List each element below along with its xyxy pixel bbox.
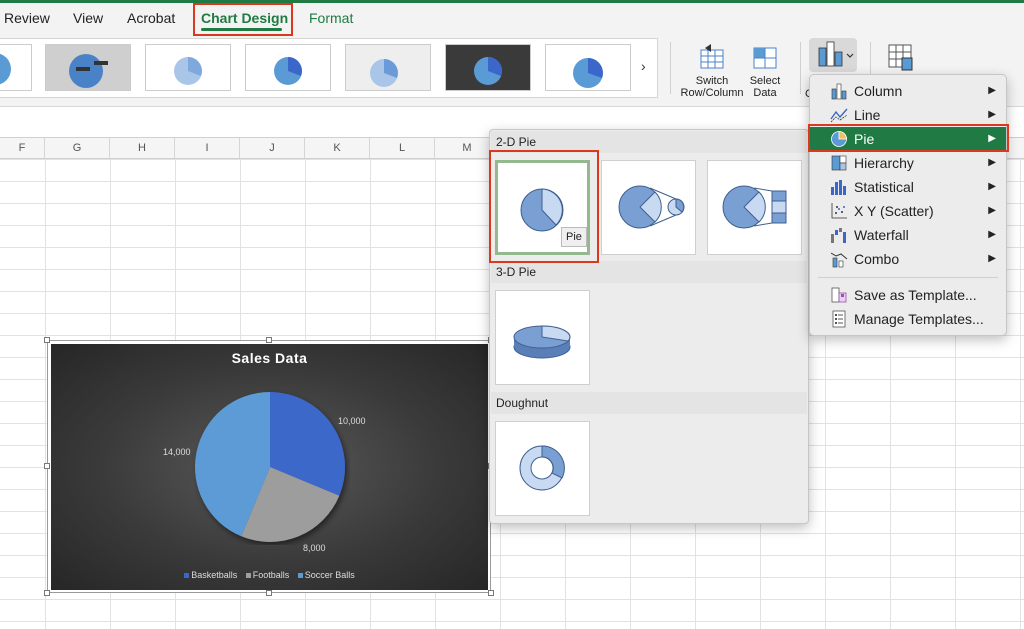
- legend-item-soccer-balls: Soccer Balls: [297, 570, 355, 580]
- column-header-g[interactable]: G: [45, 138, 110, 158]
- combo-chart-icon: [830, 252, 848, 268]
- chart-style-thumb-5[interactable]: [445, 44, 531, 91]
- tab-review[interactable]: Review: [4, 10, 50, 26]
- option-pie-of-pie[interactable]: [601, 160, 696, 255]
- switch-label-line2: Row/Column: [680, 87, 744, 99]
- change-chart-type-button[interactable]: [809, 38, 857, 72]
- chart-style-thumb-3[interactable]: [245, 44, 331, 91]
- chart-style-thumb-2[interactable]: [145, 44, 231, 91]
- pie-plot: [195, 392, 346, 542]
- submenu-arrow-icon: ▶: [988, 109, 996, 120]
- pie-chart-icon: [831, 131, 847, 147]
- switch-row-column-icon: [700, 44, 724, 69]
- menu-item-column[interactable]: Column ▶: [810, 79, 1006, 103]
- chart-style-thumb-6[interactable]: [545, 44, 631, 91]
- select-data-icon: [753, 47, 777, 69]
- column-chart-icon: [831, 83, 847, 100]
- active-tab-underline: [201, 28, 282, 31]
- menu-item-statistical[interactable]: Statistical ▶: [810, 175, 1006, 199]
- column-header-k[interactable]: K: [305, 138, 370, 158]
- gallery-next-icon[interactable]: ›: [641, 58, 646, 74]
- line-chart-icon: [830, 108, 848, 123]
- hierarchy-chart-icon: [831, 155, 847, 171]
- section-header-doughnut: Doughnut: [491, 392, 807, 414]
- doughnut-option-icon: [519, 445, 565, 491]
- select-data-button[interactable]: Select Data: [745, 42, 785, 99]
- data-label-footballs: 8,000: [303, 543, 326, 553]
- menu-item-pie[interactable]: Pie ▶: [810, 127, 1006, 151]
- submenu-arrow-icon: ▶: [988, 229, 996, 240]
- resize-handle[interactable]: [266, 337, 272, 343]
- menu-item-line[interactable]: Line ▶: [810, 103, 1006, 127]
- option-doughnut[interactable]: [495, 421, 590, 516]
- submenu-arrow-icon: ▶: [988, 205, 996, 216]
- submenu-arrow-icon: ▶: [988, 253, 996, 264]
- bar-of-pie-option-icon: [722, 185, 787, 229]
- submenu-arrow-icon: ▶: [988, 181, 996, 192]
- section-header-2d-pie: 2-D Pie: [491, 131, 807, 153]
- section-header-3d-pie: 3-D Pie: [491, 261, 807, 283]
- legend-item-basketballs: Basketballs: [184, 570, 237, 580]
- menu-item-save-as-template[interactable]: Save as Template...: [810, 283, 1006, 307]
- option-3d-pie[interactable]: [495, 290, 590, 385]
- submenu-arrow-icon: ▶: [988, 157, 996, 168]
- resize-handle[interactable]: [44, 337, 50, 343]
- column-header-h[interactable]: H: [110, 138, 175, 158]
- chart-styles-gallery: [0, 38, 658, 98]
- pie-tooltip: Pie: [561, 227, 587, 247]
- menu-item-waterfall[interactable]: Waterfall ▶: [810, 223, 1006, 247]
- column-header-i[interactable]: I: [175, 138, 240, 158]
- submenu-arrow-icon: ▶: [988, 133, 996, 144]
- chart-legend[interactable]: Basketballs Footballs Soccer Balls: [51, 570, 488, 580]
- chart-style-thumb-4[interactable]: [345, 44, 431, 91]
- menu-item-scatter[interactable]: X Y (Scatter) ▶: [810, 199, 1006, 223]
- menu-separator: [818, 277, 998, 278]
- move-chart-icon: [888, 44, 913, 71]
- resize-handle[interactable]: [488, 590, 494, 596]
- statistical-chart-icon: [831, 180, 846, 195]
- tab-format[interactable]: Format: [309, 10, 353, 26]
- save-template-icon: [831, 287, 847, 303]
- chart-style-thumb-1[interactable]: [45, 44, 131, 91]
- select-label-line1: Select: [749, 75, 781, 87]
- submenu-arrow-icon: ▶: [988, 85, 996, 96]
- option-bar-of-pie[interactable]: [707, 160, 802, 255]
- switch-label-line1: Switch: [695, 75, 729, 87]
- chart-type-menu: Column ▶ Line ▶ Pie ▶ Hierarchy ▶ Statistica…: [809, 74, 1007, 336]
- data-label-basketballs: 10,000: [338, 416, 366, 426]
- tab-view[interactable]: View: [73, 10, 103, 26]
- resize-handle[interactable]: [44, 463, 50, 469]
- ribbon-separator: [800, 42, 801, 94]
- column-header-j[interactable]: J: [240, 138, 305, 158]
- tab-chart-design[interactable]: Chart Design: [201, 10, 288, 26]
- manage-templates-icon: [832, 310, 846, 328]
- ribbon-tabs: Review View Acrobat Chart Design Format: [0, 3, 1024, 36]
- tab-acrobat[interactable]: Acrobat: [127, 10, 175, 26]
- column-chart-icon: [818, 41, 854, 67]
- resize-handle[interactable]: [44, 590, 50, 596]
- ribbon-separator: [670, 42, 671, 94]
- menu-item-hierarchy[interactable]: Hierarchy ▶: [810, 151, 1006, 175]
- menu-item-combo[interactable]: Combo ▶: [810, 247, 1006, 271]
- resize-handle[interactable]: [266, 590, 272, 596]
- pie-of-pie-option-icon: [618, 185, 685, 229]
- scatter-chart-icon: [831, 203, 847, 219]
- column-header-l[interactable]: L: [370, 138, 435, 158]
- chart-title[interactable]: Sales Data: [51, 350, 488, 366]
- legend-item-footballs: Footballs: [245, 570, 289, 580]
- switch-row-column-button[interactable]: Switch Row/Column: [678, 42, 746, 99]
- data-label-soccer-balls: 14,000: [163, 447, 191, 457]
- waterfall-chart-icon: [831, 228, 846, 243]
- pie-subtype-gallery: 2-D Pie 3-D Pie Doughnut: [489, 129, 809, 524]
- column-header-f[interactable]: F: [0, 138, 45, 158]
- 3d-pie-option-icon: [513, 325, 571, 359]
- menu-item-manage-templates[interactable]: Manage Templates...: [810, 307, 1006, 331]
- chart-style-thumb-0[interactable]: [0, 44, 32, 91]
- select-label-line2: Data: [753, 87, 777, 99]
